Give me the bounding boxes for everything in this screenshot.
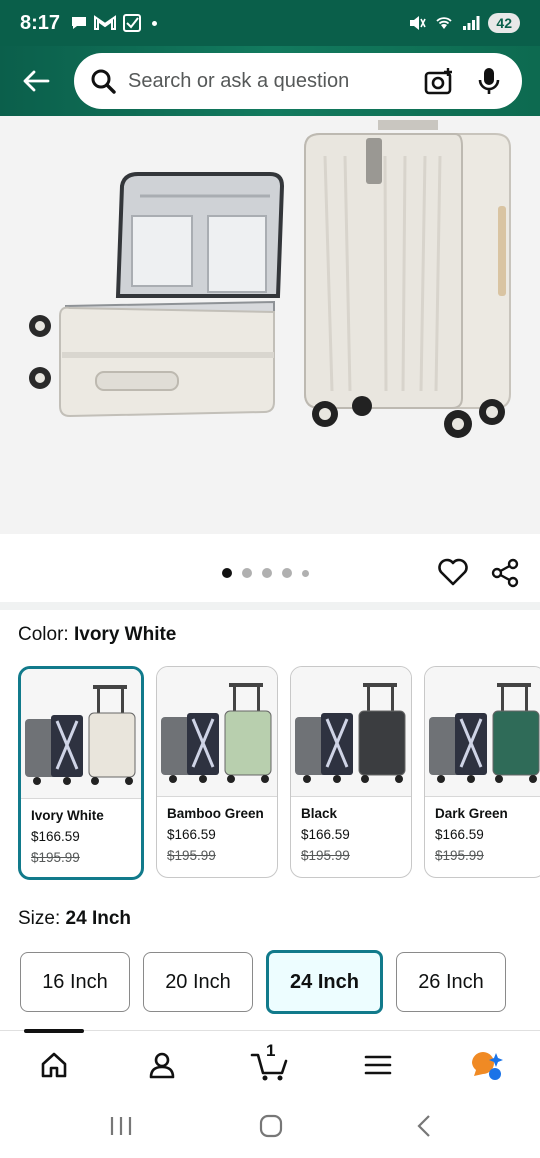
back-button[interactable] (16, 61, 56, 101)
color-swatch[interactable]: Ivory White $166.59 $195.99 (18, 666, 144, 880)
search-input[interactable]: Search or ask a question (128, 70, 424, 93)
nav-home[interactable] (34, 1047, 74, 1083)
color-label-key: Color: (18, 624, 69, 645)
status-time: 8:17 (20, 11, 61, 34)
wifi-icon (436, 17, 453, 29)
app-header: Search or ask a question (0, 46, 540, 116)
swatch-list-price: $195.99 (167, 848, 216, 863)
swatch-thumbnail (291, 667, 411, 797)
color-label-value: Ivory White (73, 624, 177, 645)
status-bar: 8:17 42 (0, 0, 540, 46)
battery-level: 42 (488, 13, 520, 33)
size-label-value: 24 Inch (65, 908, 132, 929)
system-back-icon[interactable] (412, 1114, 438, 1138)
mute-icon (410, 16, 427, 30)
color-label: Color: Ivory White (18, 624, 176, 646)
swatch-price: $166.59 (301, 827, 350, 842)
back-arrow-icon (23, 70, 50, 92)
standing-suitcase-image (304, 120, 511, 438)
system-navigation-bar (0, 1096, 540, 1158)
size-label-key: Size: (18, 908, 61, 929)
swatch-name: Black (301, 806, 338, 821)
more-dot-icon (152, 20, 158, 26)
chat-bubble-icon (72, 17, 87, 29)
rufus-icon (472, 1052, 503, 1080)
home-icon (41, 1052, 67, 1078)
menu-icon (364, 1055, 392, 1075)
account-icon (149, 1052, 175, 1079)
size-option-button[interactable]: 20 Inch (143, 952, 253, 1012)
size-option-button[interactable]: 16 Inch (20, 952, 130, 1012)
signal-icon (463, 16, 480, 30)
swatch-list-price: $195.99 (301, 848, 350, 863)
swatch-name: Bamboo Green (167, 806, 264, 821)
task-check-icon (123, 14, 142, 32)
swatch-name: Dark Green (435, 806, 508, 821)
cart-count: 1 (266, 1041, 276, 1060)
section-divider (0, 602, 540, 610)
gmail-icon (94, 15, 117, 30)
carousel-controls (0, 534, 540, 604)
recent-apps-icon[interactable] (108, 1114, 134, 1138)
nav-cart[interactable]: 1 (248, 1041, 292, 1083)
swatch-suitcase-image (429, 683, 540, 783)
search-icon (91, 69, 116, 94)
nav-menu[interactable] (358, 1047, 398, 1083)
swatch-thumbnail (21, 669, 141, 799)
nav-account[interactable] (142, 1047, 182, 1083)
swatch-name: Ivory White (31, 808, 104, 823)
share-icon[interactable] (490, 558, 520, 588)
bottom-navigation: 1 (0, 1029, 540, 1096)
size-options: 16 Inch 20 Inch 24 Inch 26 Inch (20, 950, 506, 1014)
swatch-suitcase-image (295, 683, 406, 783)
swatch-price: $166.59 (31, 829, 80, 844)
system-status-icons: 42 (408, 13, 520, 33)
nav-rufus[interactable] (466, 1047, 506, 1083)
size-label: Size: 24 Inch (18, 908, 131, 930)
carousel-dot[interactable] (302, 569, 309, 577)
carousel-dot[interactable] (282, 568, 292, 578)
swatch-thumbnail (157, 667, 277, 797)
carousel-dots (222, 568, 309, 578)
search-bar[interactable]: Search or ask a question (74, 53, 522, 109)
swatch-thumbnail (425, 667, 540, 797)
swatch-list-price: $195.99 (435, 848, 484, 863)
size-option-button[interactable]: 24 Inch (266, 950, 383, 1014)
home-button-icon[interactable] (258, 1114, 284, 1138)
camera-lens-icon[interactable] (424, 67, 454, 95)
wishlist-heart-icon[interactable] (438, 558, 468, 586)
swatch-price: $166.59 (435, 827, 484, 842)
swatch-price: $166.59 (167, 827, 216, 842)
swatch-suitcase-image (25, 685, 136, 785)
swatch-suitcase-image (161, 683, 272, 783)
color-swatch[interactable]: Bamboo Green $166.59 $195.99 (156, 666, 278, 878)
carousel-dot[interactable] (222, 568, 232, 578)
color-swatch[interactable]: Black $166.59 $195.99 (290, 666, 412, 878)
swatch-list-price: $195.99 (31, 850, 80, 865)
notification-icons (70, 13, 158, 33)
product-image (0, 116, 540, 534)
product-image-carousel[interactable] (0, 116, 540, 534)
active-tab-indicator (24, 1029, 84, 1033)
carousel-dot[interactable] (262, 568, 272, 578)
color-swatch-list: Ivory White $166.59 $195.99 Bamboo Green $16… (18, 666, 540, 880)
color-swatch[interactable]: Dark Green $166.59 $195.99 (424, 666, 540, 878)
carousel-dot[interactable] (242, 568, 252, 578)
size-option-button[interactable]: 26 Inch (396, 952, 506, 1012)
microphone-icon[interactable] (478, 66, 500, 96)
